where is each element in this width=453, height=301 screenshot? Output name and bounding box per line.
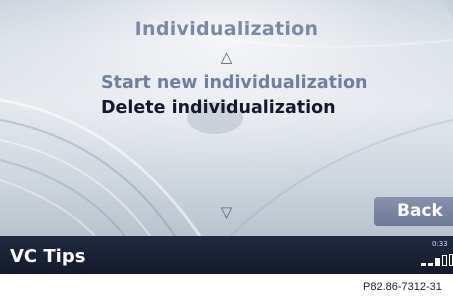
menu-item-start-new-individualization[interactable]: Start new individualization: [101, 73, 367, 93]
menu-title: Individualization: [134, 18, 319, 40]
scroll-up-icon[interactable]: △: [0, 50, 453, 65]
display-screen: Individualization △ Start new individual…: [0, 0, 453, 236]
signal-strength-icon: [421, 254, 453, 266]
status-bar: VC Tips 0:33: [0, 236, 453, 274]
clock-readout: 0:33: [432, 240, 448, 248]
screenshot-frame: Individualization △ Start new individual…: [0, 0, 453, 301]
menu-item-delete-individualization[interactable]: Delete individualization: [101, 98, 336, 118]
back-button[interactable]: Back: [374, 197, 453, 226]
status-label: VC Tips: [10, 246, 86, 267]
figure-caption: P82.86-7312-31: [363, 281, 442, 293]
